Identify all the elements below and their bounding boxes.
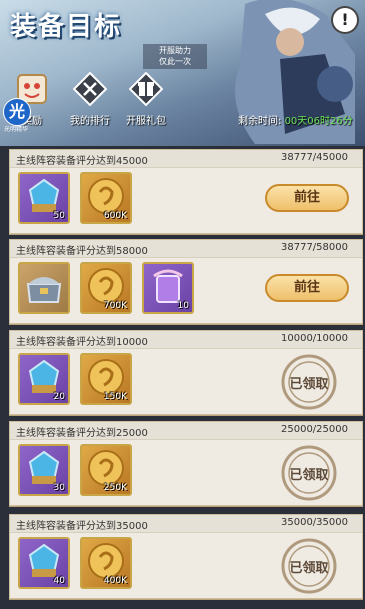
boost-badge-line-1: 开服助力 — [159, 46, 191, 55]
task-title: 主线阵容装备评分达到25000 — [16, 428, 148, 439]
countdown-value: 00天06时26分 — [284, 116, 353, 127]
task-header: 主线阵容装备评分达到25000 25000/25000 — [10, 422, 362, 440]
task-card: 主线阵容装备评分达到45000 38777/45000 50 600K 前往 — [9, 149, 363, 234]
boost-badge: 开服助力 仅此一次 — [143, 44, 207, 69]
reward-item[interactable] — [18, 262, 70, 314]
reward-qty: 30 — [53, 483, 65, 493]
info-icon[interactable]: ! — [333, 8, 357, 32]
task-card: 主线阵容装备评分达到58000 38777/58000 700K 10 前往 — [9, 239, 363, 324]
reward-item[interactable]: 50 — [18, 172, 70, 224]
claimed-stamp: 已领取 — [280, 353, 338, 411]
task-title: 主线阵容装备评分达到58000 — [16, 246, 148, 257]
reward-item[interactable]: 400K — [80, 537, 132, 589]
task-card: 主线阵容装备评分达到35000 35000/35000 40 400K 已领取 — [9, 514, 363, 599]
gift-icon — [128, 71, 164, 107]
task-card: 主线阵容装备评分达到25000 25000/25000 30 250K 已领取 — [9, 421, 363, 506]
gold-chest-icon — [26, 277, 62, 303]
reward-qty: 250K — [103, 483, 127, 493]
countdown: 剩余时间: 00天06时26分 — [238, 112, 353, 127]
go-button[interactable]: 前往 — [265, 274, 349, 302]
menu-ranking[interactable]: 我的排行 — [64, 71, 116, 127]
reward-item[interactable]: 600K — [80, 172, 132, 224]
task-header: 主线阵容装备评分达到35000 35000/35000 — [10, 515, 362, 533]
page-title: 装备目标 — [10, 12, 123, 42]
reward-item[interactable]: 40 — [18, 537, 70, 589]
reward-qty: 40 — [53, 576, 65, 586]
reward-qty: 50 — [53, 211, 65, 221]
claimed-label: 已领取 — [289, 468, 329, 483]
boost-badge-line-2: 仅此一次 — [159, 57, 191, 66]
reward-qty: 150K — [103, 392, 127, 402]
reward-item[interactable]: 700K — [80, 262, 132, 314]
reward-item[interactable]: 30 — [18, 444, 70, 496]
task-progress: 38777/45000 — [281, 152, 348, 163]
task-header: 主线阵容装备评分达到58000 38777/58000 — [10, 240, 362, 258]
task-title: 主线阵容装备评分达到45000 — [16, 156, 148, 167]
claimed-label: 已领取 — [289, 377, 329, 392]
reward-qty: 20 — [53, 392, 65, 402]
task-progress: 35000/35000 — [281, 517, 348, 528]
task-card: 主线阵容装备评分达到10000 10000/10000 20 150K 已领取 — [9, 330, 363, 415]
reward-qty: 700K — [103, 301, 127, 311]
task-title: 主线阵容装备评分达到35000 — [16, 521, 148, 532]
claimed-label: 已领取 — [289, 561, 329, 576]
task-header: 主线阵容装备评分达到45000 38777/45000 — [10, 150, 362, 168]
reward-qty: 600K — [103, 211, 127, 221]
light-essence-badge[interactable]: 光 光明精华 — [0, 98, 32, 133]
task-progress: 10000/10000 — [281, 333, 348, 344]
light-essence-icon: 光 — [3, 98, 31, 126]
reward-qty: 10 — [177, 301, 189, 311]
header-banner: 装备目标 ! 开服助力 仅此一次 奖励 我的排行 开服礼包 光 光明精华 剩余时… — [0, 0, 365, 146]
claimed-stamp: 已领取 — [280, 444, 338, 502]
reward-item[interactable]: 250K — [80, 444, 132, 496]
menu-ranking-label: 我的排行 — [70, 116, 110, 127]
reward-qty: 400K — [103, 576, 127, 586]
countdown-label: 剩余时间: — [238, 116, 282, 127]
reward-item[interactable]: 150K — [80, 353, 132, 405]
menu-gift-label: 开服礼包 — [126, 116, 166, 127]
task-progress: 38777/58000 — [281, 242, 348, 253]
reward-item[interactable]: 20 — [18, 353, 70, 405]
light-essence-label: 光明精华 — [3, 126, 28, 133]
go-button[interactable]: 前往 — [265, 184, 349, 212]
reward-item[interactable]: 10 — [142, 262, 194, 314]
ranking-icon — [72, 71, 108, 107]
menu-gift[interactable]: 开服礼包 — [120, 71, 172, 127]
task-header: 主线阵容装备评分达到10000 10000/10000 — [10, 331, 362, 349]
claimed-stamp: 已领取 — [280, 537, 338, 595]
task-progress: 25000/25000 — [281, 424, 348, 435]
task-title: 主线阵容装备评分达到10000 — [16, 337, 148, 348]
